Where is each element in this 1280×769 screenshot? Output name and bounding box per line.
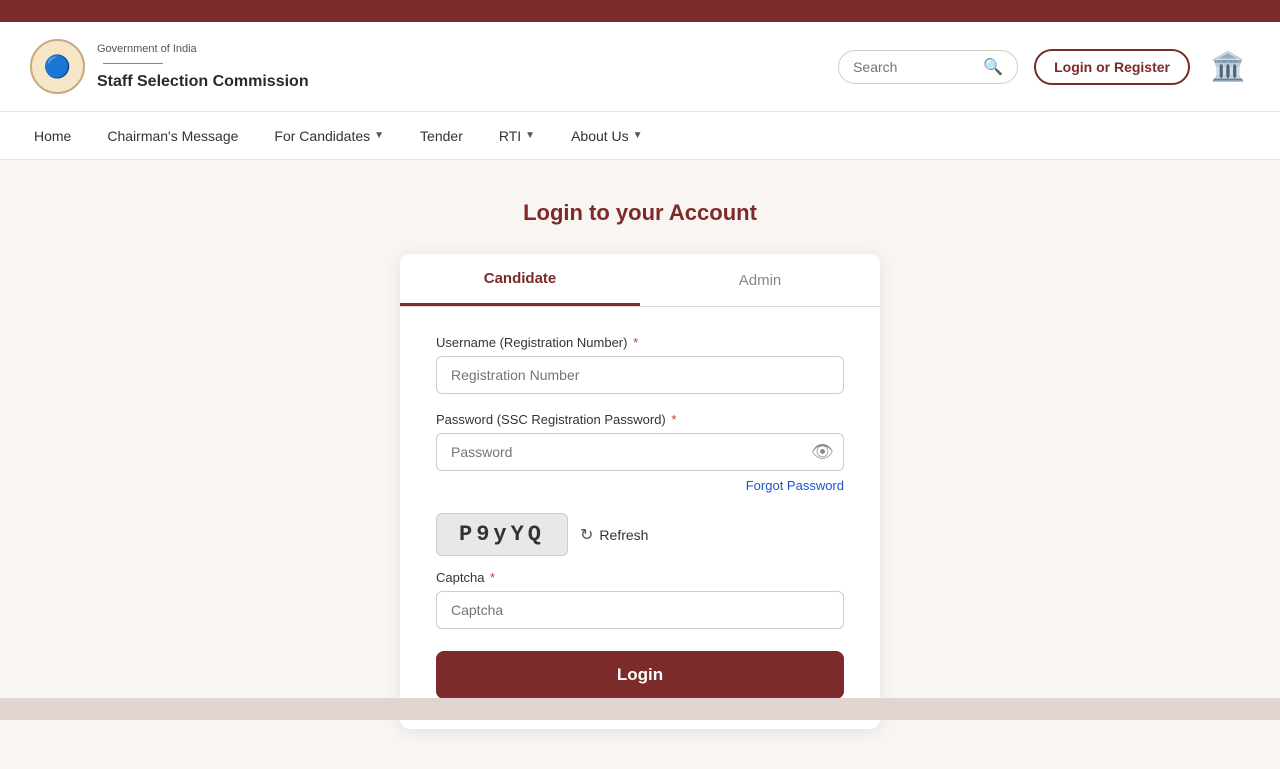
captcha-required: * (490, 570, 495, 585)
login-button[interactable]: Login (436, 651, 844, 699)
top-bar (0, 0, 1280, 22)
username-label: Username (Registration Number) * (436, 335, 844, 350)
password-wrapper: 👁 (436, 433, 844, 471)
nav-tender[interactable]: Tender (416, 114, 467, 158)
captcha-field-group: Captcha * (436, 570, 844, 629)
logo-text: Government of India Staff Selection Comm… (97, 43, 309, 91)
national-emblem: 🏛️ (1206, 45, 1250, 89)
logo-emblem: 🔵 (30, 39, 85, 94)
header-divider (103, 63, 163, 64)
search-icon-button[interactable]: 🔍 (983, 57, 1003, 77)
nav-about-us[interactable]: About Us ▼ (567, 114, 647, 158)
username-required: * (633, 335, 638, 350)
password-input[interactable] (436, 433, 844, 471)
login-form: Username (Registration Number) * Passwor… (400, 307, 880, 699)
password-label: Password (SSC Registration Password) * (436, 412, 844, 427)
nav-rti[interactable]: RTI ▼ (495, 114, 539, 158)
username-input[interactable] (436, 356, 844, 394)
tab-candidate[interactable]: Candidate (400, 254, 640, 306)
search-input[interactable] (853, 59, 983, 75)
main-content: Login to your Account Candidate Admin Us… (0, 160, 1280, 769)
login-tabs: Candidate Admin (400, 254, 880, 307)
header: 🔵 Government of India Staff Selection Co… (0, 22, 1280, 112)
header-right: 🔍 Login or Register 🏛️ (838, 45, 1250, 89)
page-title: Login to your Account (523, 200, 757, 226)
captcha-input[interactable] (436, 591, 844, 629)
nav-for-candidates[interactable]: For Candidates ▼ (270, 114, 388, 158)
chevron-down-icon: ▼ (633, 130, 643, 141)
refresh-captcha-button[interactable]: ↻ Refresh (580, 525, 648, 545)
nav-chairmans-message[interactable]: Chairman's Message (103, 114, 242, 158)
search-box[interactable]: 🔍 (838, 50, 1018, 84)
forgot-password-link-wrapper: Forgot Password (436, 477, 844, 495)
chevron-down-icon: ▼ (374, 130, 384, 141)
captcha-image: P9yYQ (436, 513, 568, 556)
header-logo-area: 🔵 Government of India Staff Selection Co… (30, 39, 309, 94)
gov-title: Government of India (97, 43, 309, 55)
chevron-down-icon: ▼ (525, 130, 535, 141)
login-register-button[interactable]: Login or Register (1034, 49, 1190, 85)
username-field-group: Username (Registration Number) * (436, 335, 844, 394)
nav-home[interactable]: Home (30, 114, 75, 158)
refresh-icon: ↻ (580, 525, 593, 545)
captcha-display-row: P9yYQ ↻ Refresh (436, 513, 844, 556)
toggle-password-button[interactable]: 👁 (811, 442, 834, 463)
main-nav: Home Chairman's Message For Candidates ▼… (0, 112, 1280, 160)
captcha-label: Captcha * (436, 570, 844, 585)
password-field-group: Password (SSC Registration Password) * 👁… (436, 412, 844, 495)
org-title: Staff Selection Commission (97, 73, 309, 91)
tab-admin[interactable]: Admin (640, 254, 880, 306)
password-required: * (671, 412, 676, 427)
login-card: Candidate Admin Username (Registration N… (400, 254, 880, 729)
forgot-password-link[interactable]: Forgot Password (746, 478, 844, 493)
bottom-bar (0, 698, 1280, 720)
